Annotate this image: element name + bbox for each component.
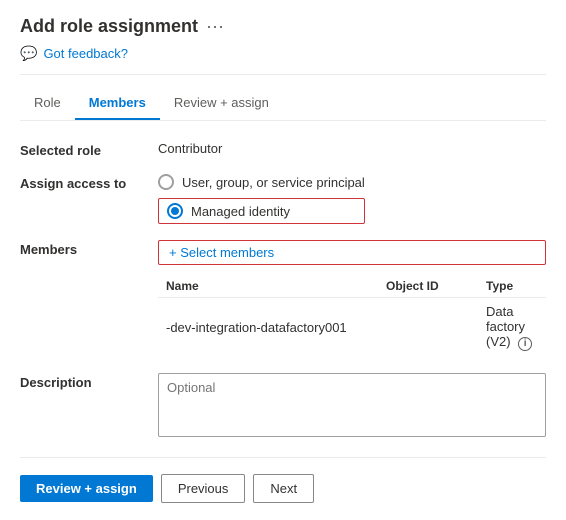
header-row: Add role assignment ··· [20,16,546,37]
form-section: Selected role Contributor Assign access … [20,141,546,437]
members-table: Name Object ID Type -dev-integration-dat… [158,275,546,357]
managed-identity-box: Managed identity [158,198,365,224]
radio-option-user-group[interactable]: User, group, or service principal [158,174,365,190]
tab-members[interactable]: Members [75,87,160,120]
tab-review-assign[interactable]: Review + assign [160,87,283,120]
radio-managed-identity-input[interactable] [167,203,183,219]
next-button[interactable]: Next [253,474,314,503]
radio-managed-identity-label: Managed identity [191,204,290,219]
cell-name: -dev-integration-datafactory001 [158,298,378,357]
select-members-button[interactable]: + Select members [158,240,546,265]
previous-button[interactable]: Previous [161,474,246,503]
tabs-row: Role Members Review + assign [20,87,546,121]
table-header-row: Name Object ID Type [158,275,546,298]
description-textarea[interactable] [158,373,546,437]
description-label: Description [20,373,150,390]
description-row: Description [20,373,546,437]
cell-type: Data factory (V2) i [478,298,546,357]
radio-user-group-input[interactable] [158,174,174,190]
page-title: Add role assignment [20,16,198,37]
members-section: + Select members Name Object ID Type -de… [158,240,546,357]
review-assign-button[interactable]: Review + assign [20,475,153,502]
assign-access-label: Assign access to [20,174,150,191]
feedback-icon: 💬 [20,45,37,62]
feedback-link[interactable]: Got feedback? [43,46,128,61]
feedback-row: 💬 Got feedback? [20,45,546,75]
footer-buttons: Review + assign Previous Next [20,474,546,503]
tab-role[interactable]: Role [20,87,75,120]
type-info-icon[interactable]: i [518,337,532,351]
radio-group: User, group, or service principal Manage… [158,174,365,224]
selected-role-label: Selected role [20,141,150,158]
radio-user-group-label: User, group, or service principal [182,175,365,190]
members-row: Members + Select members Name Object ID … [20,240,546,357]
selected-role-value: Contributor [158,141,222,156]
table-row: -dev-integration-datafactory001 Data fac… [158,298,546,357]
col-header-type: Type [478,275,546,298]
footer-divider [20,457,546,458]
col-header-name: Name [158,275,378,298]
col-header-objectid: Object ID [378,275,478,298]
members-label: Members [20,240,150,257]
page-container: Add role assignment ··· 💬 Got feedback? … [0,0,566,519]
assign-access-row: Assign access to User, group, or service… [20,174,546,224]
radio-option-managed-identity[interactable]: Managed identity [167,203,290,219]
selected-role-row: Selected role Contributor [20,141,546,158]
cell-objectid [378,298,478,357]
ellipsis-menu-icon[interactable]: ··· [206,16,224,37]
